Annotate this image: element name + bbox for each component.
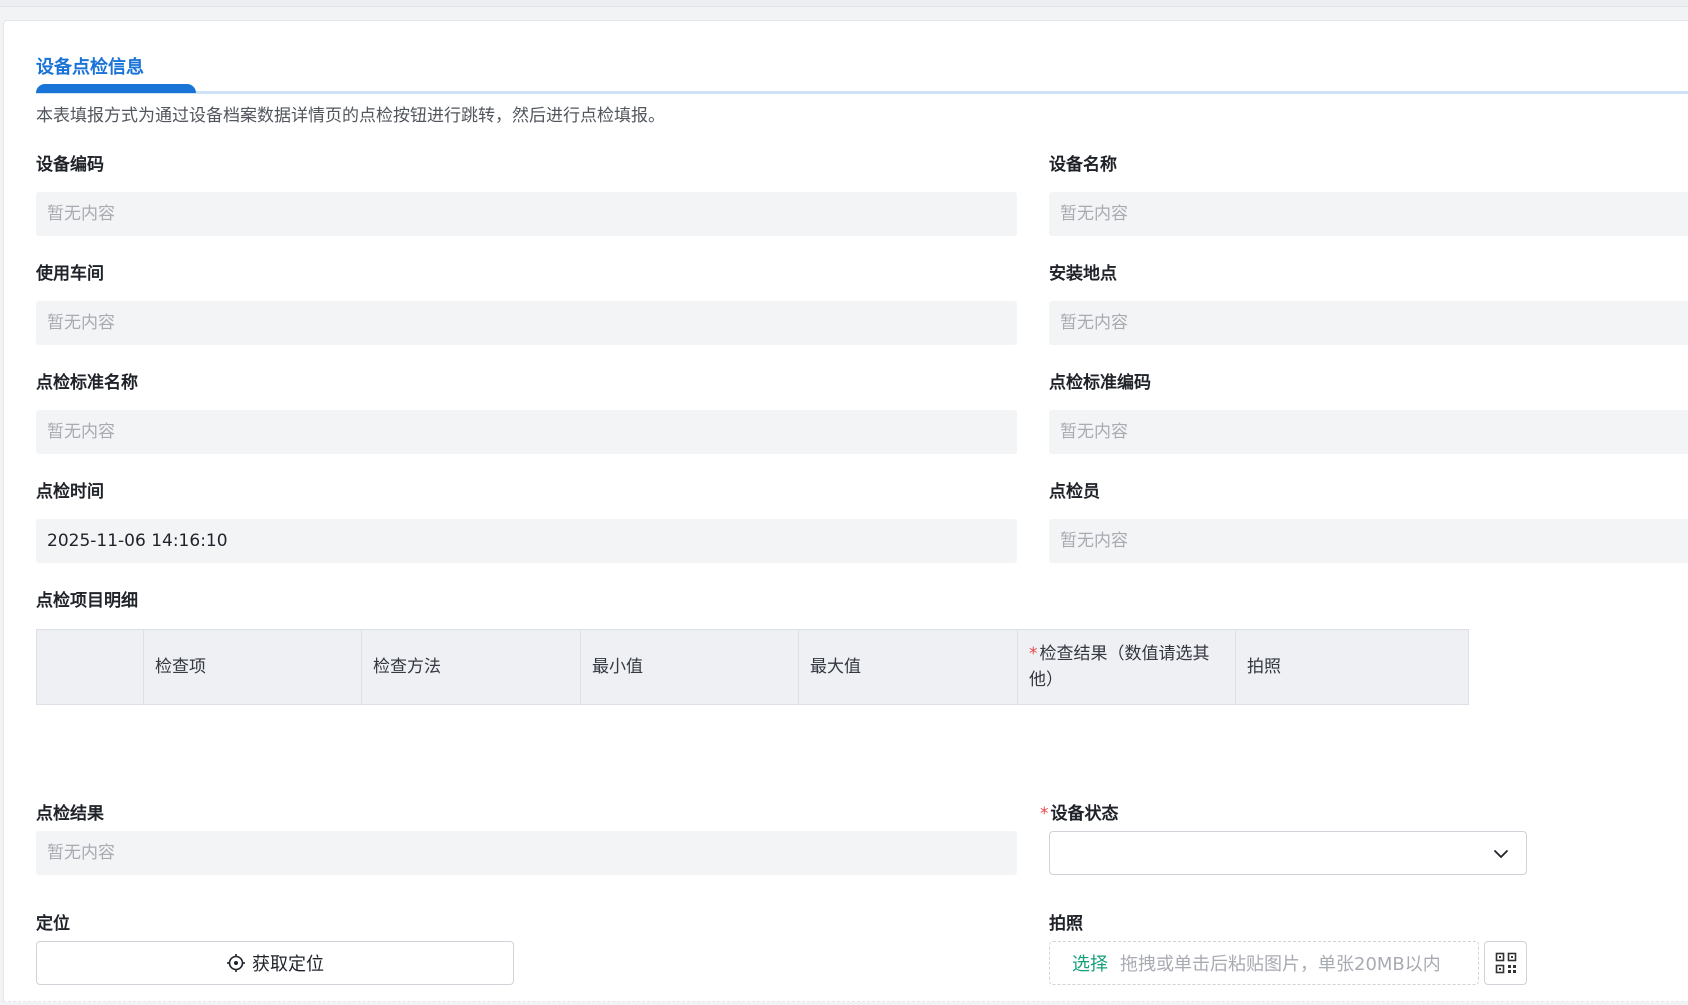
equipment-name-field[interactable]: 暂无内容: [1049, 192, 1688, 236]
photo-upload-dropzone[interactable]: 选择 拖拽或单击后粘贴图片，单张20MB以内: [1049, 941, 1479, 985]
required-mark: *: [1029, 644, 1038, 664]
col-index: [37, 630, 143, 704]
photo-label: 拍照: [1049, 914, 1083, 934]
col-check-result-label: 检查结果（数值请选其他）: [1029, 644, 1210, 690]
col-check-result: * 检查结果（数值请选其他）: [1017, 630, 1235, 704]
standard-name-field[interactable]: 暂无内容: [36, 410, 1017, 454]
inspect-time-field[interactable]: 2025-11-06 14:16:10: [36, 519, 1017, 563]
col-min-value: 最小值: [580, 630, 798, 704]
inspect-result-label: 点检结果: [36, 804, 104, 824]
get-location-label: 获取定位: [252, 954, 324, 975]
col-check-item: 检查项: [143, 630, 361, 704]
equipment-code-label: 设备编码: [36, 155, 104, 175]
crosshair-icon: [227, 954, 245, 972]
section-title-underline: [36, 84, 196, 93]
install-location-field[interactable]: 暂无内容: [1049, 301, 1688, 345]
section-description: 本表填报方式为通过设备档案数据详情页的点检按钮进行跳转，然后进行点检填报。: [36, 106, 665, 126]
standard-name-label: 点检标准名称: [36, 373, 138, 393]
top-border: [0, 0, 1688, 7]
equipment-code-field[interactable]: 暂无内容: [36, 192, 1017, 236]
equipment-name-label: 设备名称: [1049, 155, 1117, 175]
equipment-status-label-text: 设备状态: [1050, 804, 1119, 824]
required-mark: *: [1040, 804, 1049, 824]
col-photo: 拍照: [1235, 630, 1468, 704]
photo-select-link[interactable]: 选择: [1072, 950, 1108, 976]
equipment-status-select[interactable]: [1049, 831, 1527, 875]
section-title: 设备点检信息: [36, 57, 144, 78]
col-max-value: 最大值: [798, 630, 1017, 704]
photo-upload-hint: 拖拽或单击后粘贴图片，单张20MB以内: [1120, 954, 1441, 975]
detail-table-label: 点检项目明细: [36, 591, 138, 611]
section-divider: [36, 91, 1688, 94]
equipment-status-label: * 设备状态: [1040, 799, 1119, 824]
inspect-result-field[interactable]: 暂无内容: [36, 831, 1017, 875]
qr-code-icon: [1495, 952, 1516, 974]
workshop-field[interactable]: 暂无内容: [36, 301, 1017, 345]
qr-code-button[interactable]: [1484, 941, 1527, 985]
standard-code-field[interactable]: 暂无内容: [1049, 410, 1688, 454]
standard-code-label: 点检标准编码: [1049, 373, 1151, 393]
location-label: 定位: [36, 914, 70, 934]
inspector-label: 点检员: [1049, 482, 1100, 502]
inspector-field[interactable]: 暂无内容: [1049, 519, 1688, 563]
workshop-label: 使用车间: [36, 264, 104, 284]
get-location-button[interactable]: 获取定位: [36, 941, 514, 985]
install-location-label: 安装地点: [1049, 264, 1117, 284]
chevron-down-icon: [1494, 850, 1508, 858]
col-check-method: 检查方法: [361, 630, 580, 704]
detail-table-header: 检查项 检查方法 最小值 最大值 * 检查结果（数值请选其他） 拍照: [36, 629, 1469, 705]
inspect-time-label: 点检时间: [36, 482, 104, 502]
